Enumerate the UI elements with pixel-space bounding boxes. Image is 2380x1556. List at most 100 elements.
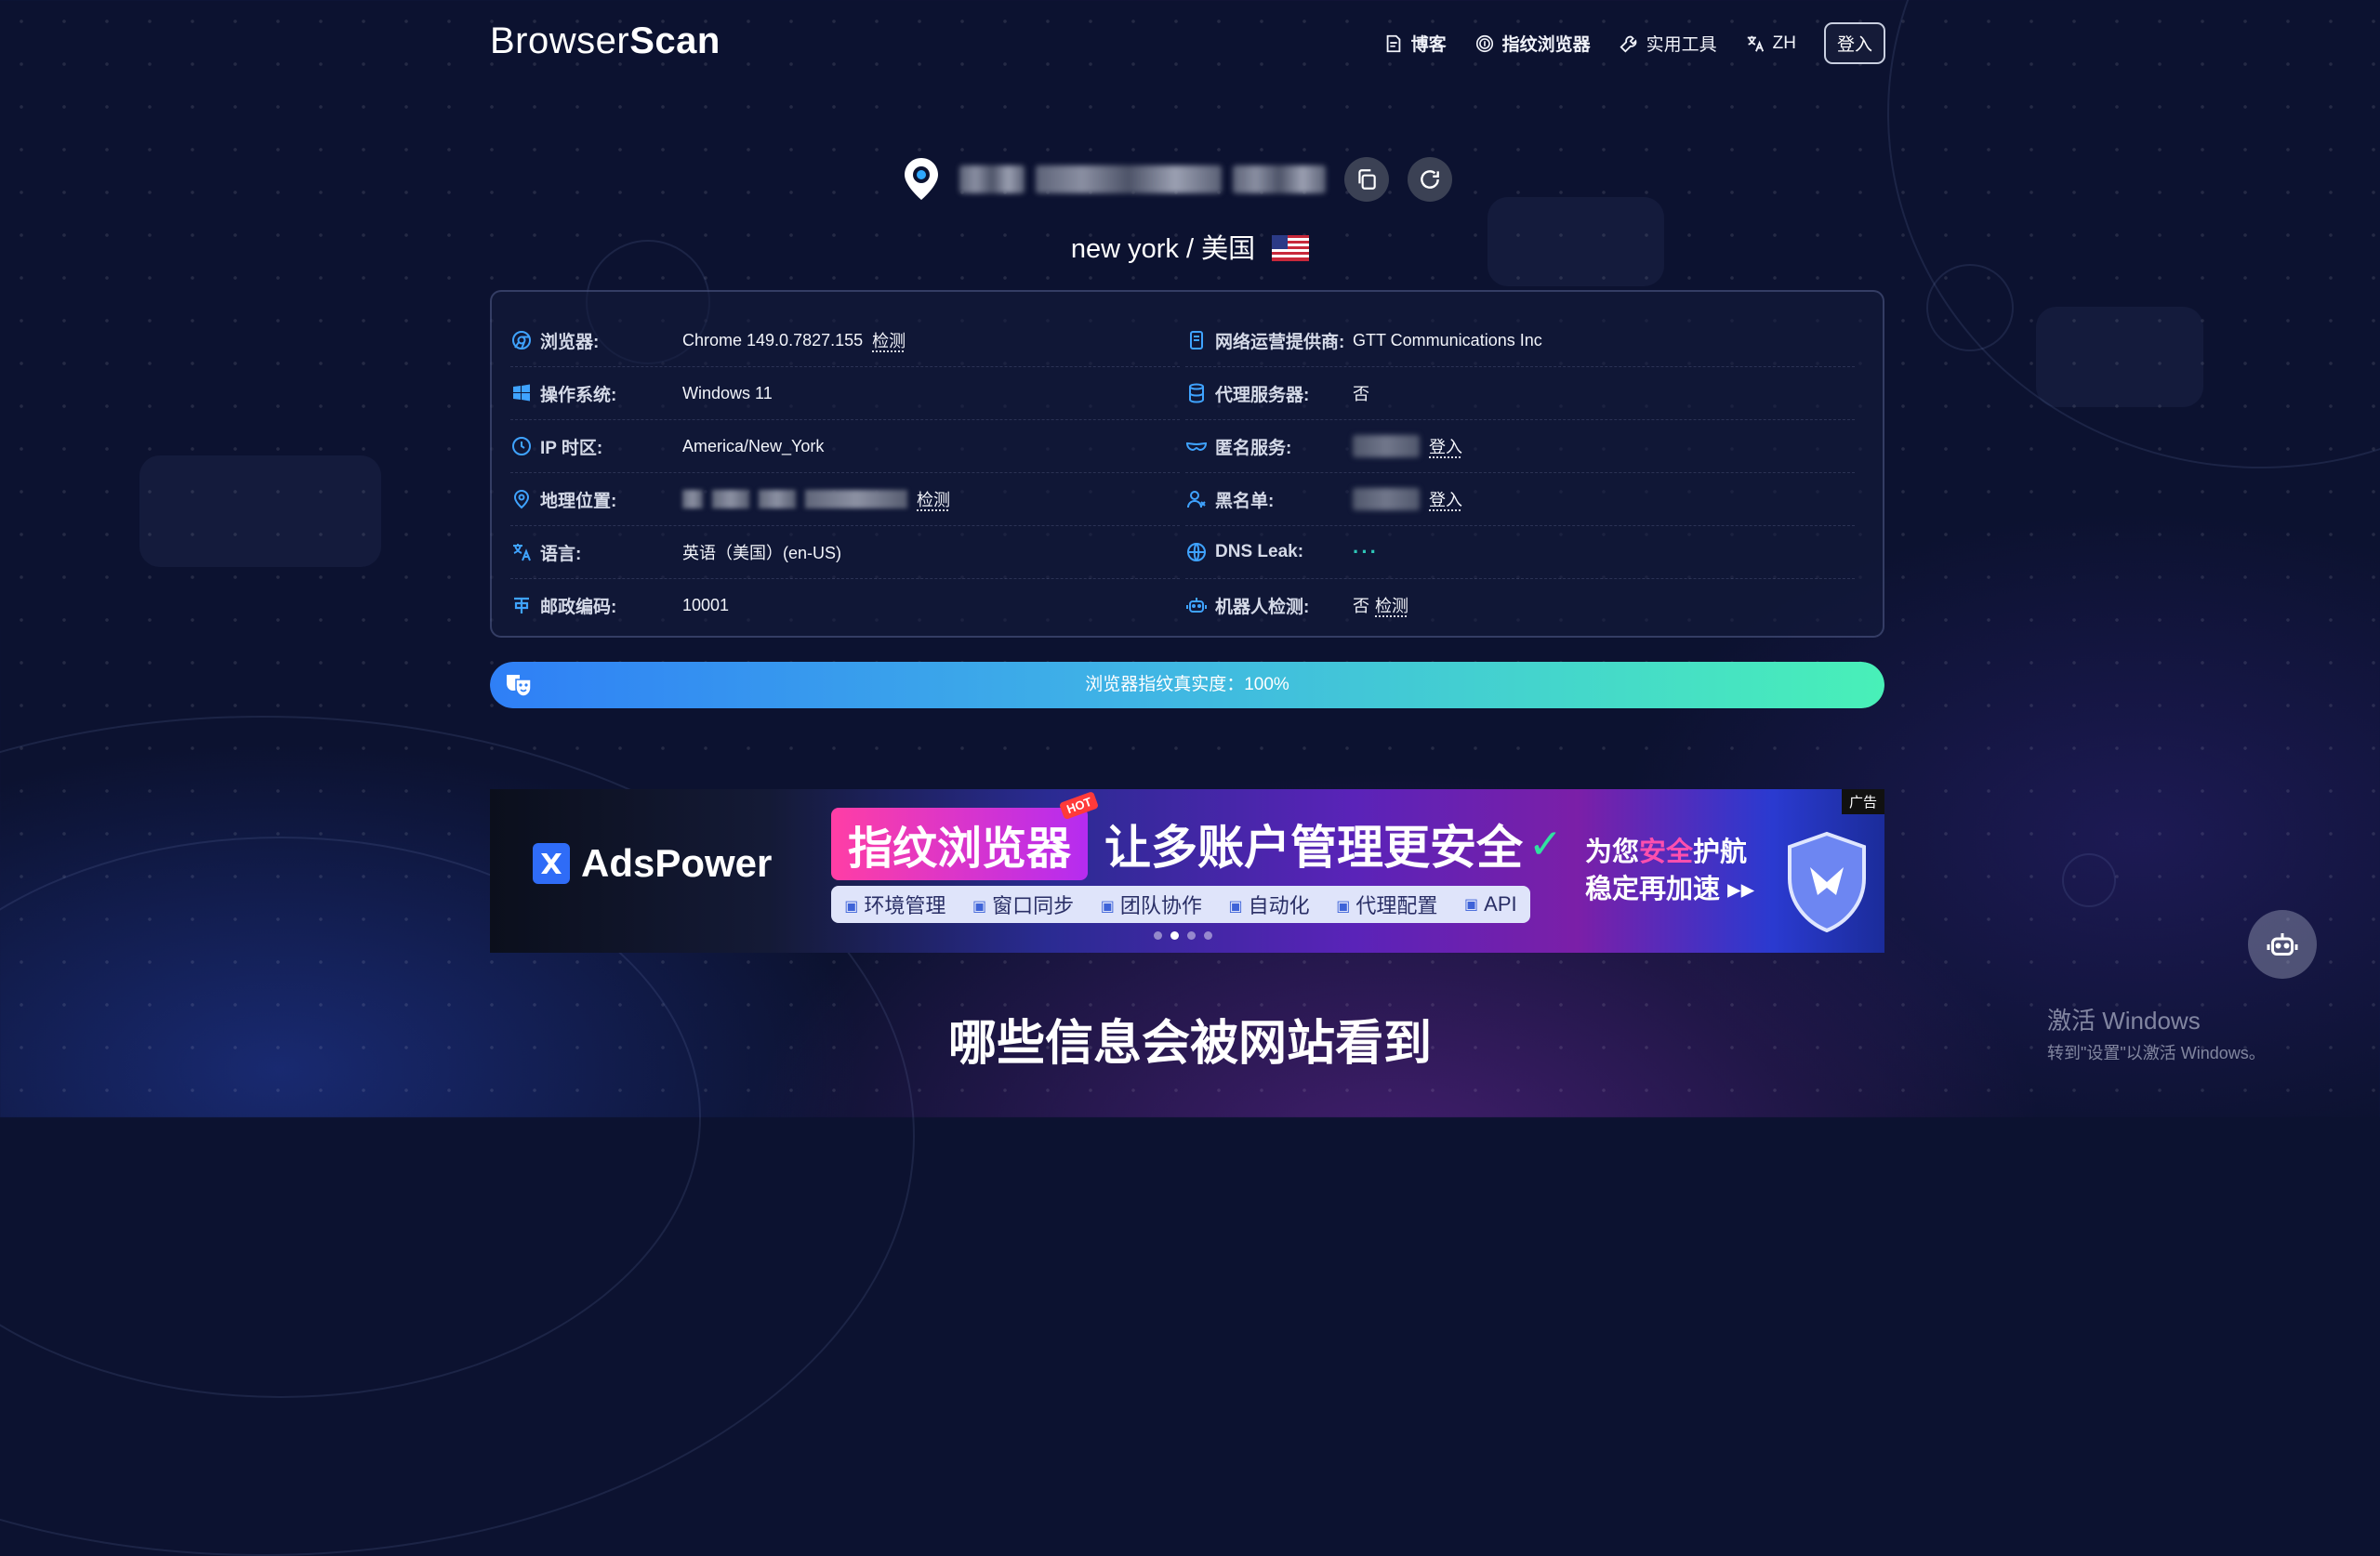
section-title: 哪些信息会被网站看到 xyxy=(947,1017,1432,1071)
user-block-icon xyxy=(1187,491,1206,508)
info-value-os: Windows 11 xyxy=(682,384,773,403)
top-nav: 博客 指纹浏览器 实用工具 ZH 登入 xyxy=(1383,22,1885,64)
checkmark-icon: ✓ xyxy=(1528,821,1563,867)
info-label-dns: DNS Leak: xyxy=(1185,541,1353,563)
info-value-isp: GTT Communications Inc xyxy=(1353,331,1542,350)
logo-text-part2: Scan xyxy=(629,20,721,61)
fingerprint-authenticity-bar: 浏览器指纹真实度：100% xyxy=(490,662,1884,708)
info-value-postal: 10001 xyxy=(682,596,729,615)
nav-fingerprint-browser[interactable]: 指纹浏览器 xyxy=(1474,31,1591,56)
ad-carousel-dots xyxy=(1154,931,1212,940)
ad-side-line2: 稳定再加速 ▸▸ xyxy=(1585,875,1755,904)
logo-text-part1: Browser xyxy=(490,20,630,61)
ip-address-row xyxy=(902,156,1452,203)
ad-carousel-dot[interactable] xyxy=(1187,931,1196,940)
info-label-anonymous: 匿名服务: xyxy=(1185,434,1353,459)
windows-activation-watermark: 激活 Windows 转到"设置"以激活 Windows。 xyxy=(2047,1002,2266,1064)
ad-side-suffix: 护航 xyxy=(1693,837,1748,867)
browser-version: Chrome 149.0.7827.155 xyxy=(682,330,864,349)
ad-tag: 广告 xyxy=(1841,789,1884,814)
anonymous-value-blurred xyxy=(1353,435,1420,457)
nav-tools-label: 实用工具 xyxy=(1646,35,1717,55)
info-label-blacklist-text: 黑名单: xyxy=(1215,491,1275,511)
info-label-browser-text: 浏览器: xyxy=(540,332,600,352)
wrench-icon xyxy=(1620,35,1636,53)
chrome-icon xyxy=(512,331,531,349)
info-label-os: 操作系统: xyxy=(510,381,682,406)
info-value-dns: ··· xyxy=(1353,540,1379,564)
anonymous-login-link[interactable]: 登入 xyxy=(1429,434,1462,458)
ad-carousel-dot-active[interactable] xyxy=(1170,931,1179,940)
ad-side-line1: 为您安全护航 xyxy=(1585,834,1754,871)
adspower-brand-text: AdsPower xyxy=(581,841,773,885)
copy-icon xyxy=(1358,169,1376,190)
info-row-bot: 机器人检测: 否 检测 xyxy=(1185,579,1855,631)
watermark-line1: 激活 Windows xyxy=(2047,1007,2201,1035)
ad-headline-text: 让多账户管理更安全 xyxy=(1104,822,1524,874)
info-label-timezone: IP 时区: xyxy=(510,434,682,459)
info-label-anonymous-text: 匿名服务: xyxy=(1215,438,1292,458)
translate-icon xyxy=(1747,35,1764,52)
info-row-postal: 邮政编码: 10001 xyxy=(510,579,1180,631)
ad-carousel-dot[interactable] xyxy=(1154,931,1162,940)
info-value-browser: Chrome 149.0.7827.155 检测 xyxy=(682,328,906,352)
geo-check-link[interactable]: 检测 xyxy=(917,487,950,511)
timezone-icon xyxy=(512,437,531,455)
info-label-bot-text: 机器人检测: xyxy=(1215,597,1310,617)
ad-side-emphasis: 安全 xyxy=(1639,837,1694,867)
blacklist-login-link[interactable]: 登入 xyxy=(1429,487,1462,511)
browser-check-link[interactable]: 检测 xyxy=(872,328,906,352)
blog-icon xyxy=(1386,34,1400,52)
nav-language[interactable]: ZH xyxy=(1745,33,1796,54)
translate-icon xyxy=(513,544,531,561)
nav-blog[interactable]: 博客 xyxy=(1383,31,1447,56)
geo-value-blurred xyxy=(682,490,907,508)
geo-pin-icon xyxy=(513,490,530,509)
fingerprint-icon xyxy=(1475,34,1493,52)
robot-icon xyxy=(2267,933,2298,956)
copy-ip-button[interactable] xyxy=(1344,157,1389,202)
bot-check-link[interactable]: 检测 xyxy=(1375,593,1408,617)
info-row-geo: 地理位置: 检测 xyxy=(510,473,1180,526)
authenticity-text: 浏览器指纹真实度：100% xyxy=(1085,675,1289,694)
ad-side-text: 为您安全护航 稳定再加速 ▸▸ xyxy=(1585,834,1754,908)
info-row-isp: 网络运营提供商: GTT Communications Inc xyxy=(1185,314,1855,367)
ip-location-text: new york / 美国 xyxy=(1070,234,1256,264)
watermark-line2: 转到"设置"以激活 Windows。 xyxy=(2047,1044,2266,1062)
nav-tools[interactable]: 实用工具 xyxy=(1619,31,1717,56)
login-button[interactable]: 登入 xyxy=(1823,22,1885,64)
ad-feature-item: 环境管理 xyxy=(844,890,945,919)
refresh-button[interactable] xyxy=(1408,157,1452,202)
hot-badge: HOT xyxy=(1058,790,1100,821)
adspower-ad-banner[interactable]: 广告 AdsPower 指纹浏览器 HOT 让多账户管理更安全 ✓ 环境管理 窗… xyxy=(490,789,1884,953)
info-label-dns-text: DNS Leak: xyxy=(1215,542,1304,561)
info-right-column: 网络运营提供商: GTT Communications Inc 代理服务器: 否… xyxy=(1185,314,1855,631)
info-label-language-text: 语言: xyxy=(540,544,582,564)
info-value-language: 英语（美国）(en-US) xyxy=(682,540,841,564)
info-row-dns: DNS Leak: ··· xyxy=(1185,526,1855,579)
info-label-geo-text: 地理位置: xyxy=(540,491,617,511)
ad-pill-text: 指纹浏览器 xyxy=(848,824,1072,874)
refresh-icon xyxy=(1421,170,1439,189)
info-row-os: 操作系统: Windows 11 xyxy=(510,367,1180,420)
ad-feature-item: API xyxy=(1464,892,1516,916)
timezone-value: America/New_York xyxy=(682,436,825,455)
info-label-language: 语言: xyxy=(510,540,682,565)
info-row-language: 语言: 英语（美国）(en-US) xyxy=(510,526,1180,579)
info-value-blacklist: 登入 xyxy=(1353,487,1462,511)
ad-carousel-dot[interactable] xyxy=(1204,931,1212,940)
isp-icon xyxy=(1190,331,1203,349)
language-value: 英语（美国）(en-US) xyxy=(682,544,842,562)
nav-language-label: ZH xyxy=(1772,33,1796,53)
us-flag-icon xyxy=(1272,235,1310,261)
browserscan-logo[interactable]: BrowserScan xyxy=(490,20,721,62)
info-label-postal-text: 邮政编码: xyxy=(540,597,617,617)
ad-feature-item: 自动化 xyxy=(1229,890,1310,919)
info-value-proxy: 否 xyxy=(1353,381,1369,405)
chat-bot-button[interactable] xyxy=(2248,910,2317,979)
info-label-isp: 网络运营提供商: xyxy=(1185,328,1353,353)
dns-loading-indicator: ··· xyxy=(1353,540,1379,563)
adspower-logo: AdsPower xyxy=(533,841,772,886)
info-label-os-text: 操作系统: xyxy=(540,385,617,405)
mask-icon xyxy=(1185,442,1208,452)
